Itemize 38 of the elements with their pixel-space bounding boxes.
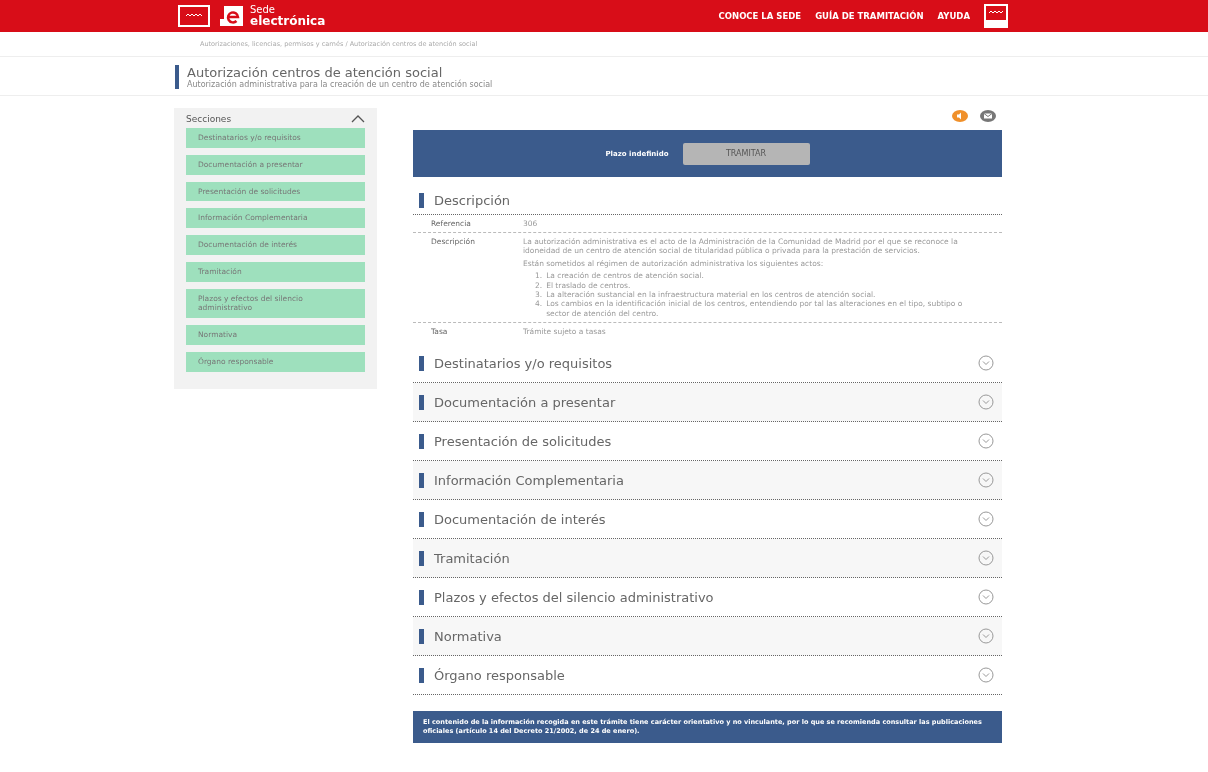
chevron-down-icon[interactable] — [978, 511, 994, 527]
caret-up-icon[interactable] — [351, 115, 365, 123]
section-title: Descripción — [419, 193, 511, 208]
process-button[interactable]: TRAMITAR — [682, 142, 810, 165]
e-logo-icon[interactable] — [220, 5, 244, 27]
flag-logo-icon[interactable] — [178, 5, 210, 27]
audio-icon[interactable] — [952, 108, 968, 124]
section-title: Información Complementaria — [419, 472, 624, 488]
section-title: Destinatarios y/o requisitos — [419, 355, 613, 371]
accordion-header[interactable]: Normativa — [413, 617, 1002, 656]
chevron-down-icon[interactable] — [978, 394, 994, 410]
section-title: Tramitación — [419, 550, 510, 566]
nav-link[interactable]: GUÍA DE TRAMITACIÓN — [815, 11, 924, 21]
section-title: Órgano responsable — [419, 667, 565, 683]
section-title: Plazos y efectos del silencio administrativo — [419, 589, 714, 605]
nav-link[interactable]: AYUDA — [937, 11, 970, 21]
accordion-header[interactable]: Información Complementaria — [413, 461, 1002, 500]
section-title: Documentación de interés — [419, 511, 606, 527]
nav-link[interactable]: CONOCE LA SEDE — [718, 11, 802, 21]
chevron-down-icon[interactable] — [978, 667, 994, 683]
chevron-down-icon[interactable] — [978, 628, 994, 644]
page-subtitle: Autorización administrativa para la creación de un centro de atención social — [187, 80, 493, 89]
section-title: Presentación de solicitudes — [419, 433, 612, 449]
chevron-down-icon[interactable] — [978, 433, 994, 449]
logo-text: electrónica — [250, 15, 326, 27]
mail-icon[interactable] — [980, 108, 996, 124]
page-title: Autorización centros de atención social — [187, 65, 443, 80]
section-title: Normativa — [419, 628, 502, 644]
region-logo-icon[interactable] — [984, 4, 1008, 28]
accordion-header[interactable]: Tramitación — [413, 539, 1002, 578]
sections-title: Secciones — [186, 114, 232, 124]
section-title: Documentación a presentar — [419, 394, 616, 410]
chevron-down-icon[interactable] — [978, 472, 994, 488]
chevron-down-icon[interactable] — [978, 550, 994, 566]
logo-text: Sede — [250, 5, 276, 15]
chevron-down-icon[interactable] — [978, 355, 994, 371]
chevron-down-icon[interactable] — [978, 589, 994, 605]
accordion-header[interactable]: Documentación a presentar — [413, 383, 1002, 422]
